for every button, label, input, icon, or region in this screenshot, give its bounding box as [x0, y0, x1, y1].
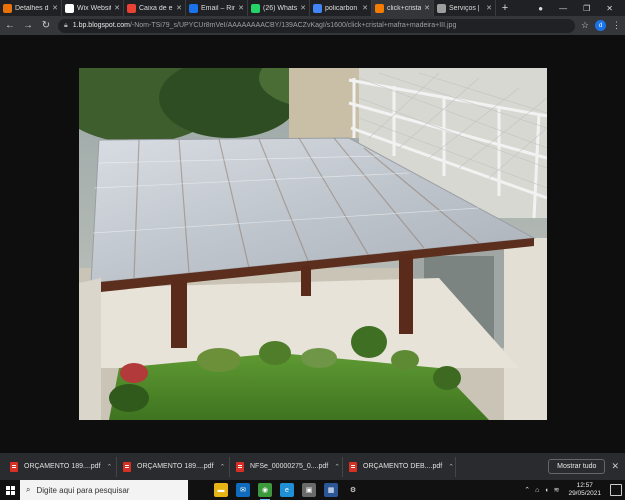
browser-tab[interactable]: (26) Whats ✕ [248, 0, 310, 16]
photos-icon[interactable]: ▣ [302, 483, 316, 497]
back-icon[interactable]: ← [4, 20, 16, 31]
clock-time: 12:57 [576, 482, 593, 489]
whatsapp-icon [251, 3, 260, 13]
browser-tab[interactable]: Detalhes d ✕ [0, 0, 62, 16]
tab-close-icon[interactable]: ✕ [300, 4, 306, 12]
blogger-icon [375, 3, 384, 13]
tab-close-icon[interactable]: ✕ [114, 4, 120, 12]
outlook-icon [189, 3, 198, 13]
tab-title: (26) Whats [263, 4, 298, 12]
tab-close-icon[interactable]: ✕ [176, 4, 182, 12]
reload-icon[interactable]: ↻ [40, 20, 52, 31]
browser-tab[interactable]: Serviços | ✕ [434, 0, 496, 16]
downloads-list: ORÇAMENTO 189....pdf ⌃ ORÇAMENTO 189....pd… [4, 456, 456, 477]
bookmark-star-icon[interactable]: ☆ [581, 20, 589, 31]
image-viewer [0, 35, 625, 453]
pergola-photo [79, 68, 547, 420]
windows-taskbar: ⌕ Digite aqui para pesquisar ▬ ✉ ◉ e ▣ ▦… [0, 480, 625, 500]
tab-close-icon[interactable]: ✕ [52, 4, 58, 12]
gmail-icon [127, 3, 136, 13]
taskbar-search-placeholder: Digite aqui para pesquisar [36, 485, 130, 495]
tab-title: Serviços | [449, 4, 480, 12]
url-host: 1.bp.blogspot.com [72, 22, 130, 29]
chrome-icon[interactable]: ◉ [258, 483, 272, 500]
forward-icon[interactable]: → [22, 20, 34, 31]
browser-menu-icon[interactable]: ⋮ [612, 20, 621, 31]
minimize-icon[interactable]: — [559, 4, 567, 13]
tabs-container: Detalhes d ✕ Wix Websit ✕ Caixa de e ✕ Email –… [0, 0, 496, 16]
taskbar-clock[interactable]: 12:57 29/05/2021 [568, 482, 601, 498]
tab-title: policarbon [325, 4, 358, 12]
tab-close-icon[interactable]: ✕ [486, 4, 492, 12]
tab-title: Email – Rin [201, 4, 236, 12]
google-icon [313, 3, 322, 13]
profile-avatar[interactable]: d [595, 20, 606, 31]
wifi-icon[interactable]: ≋ [554, 486, 560, 494]
tab-close-icon[interactable]: ✕ [424, 4, 430, 12]
browser-tab[interactable]: Caixa de e ✕ [124, 0, 186, 16]
download-item[interactable]: ORÇAMENTO 189....pdf ⌃ [117, 456, 230, 477]
address-bar[interactable]: 🔒︎ 1.bp.blogspot.com/-Nom-TSi79_s/UPYCUr… [58, 18, 575, 33]
tab-title: Wix Websit [77, 4, 112, 12]
volume-icon[interactable]: ◖ [544, 487, 548, 494]
wix-icon [65, 3, 74, 13]
calculator-icon[interactable]: ▦ [324, 483, 338, 497]
pdf-file-icon [123, 461, 131, 472]
download-item[interactable]: ORÇAMENTO 189....pdf ⌃ [4, 456, 117, 477]
file-explorer-icon[interactable]: ▬ [214, 483, 228, 497]
download-filename: NFSe_00000275_0....pdf [250, 463, 329, 470]
pergola-photo-illustration [79, 68, 547, 420]
pdf-file-icon [349, 461, 357, 472]
download-options-icon[interactable]: ⌃ [334, 463, 340, 471]
page-icon [437, 3, 446, 13]
taskbar-search[interactable]: ⌕ Digite aqui para pesquisar [20, 480, 188, 500]
browser-tab[interactable]: click+crista ✕ [372, 0, 434, 16]
restore-icon[interactable]: ❐ [583, 4, 590, 13]
clock-date: 29/05/2021 [568, 490, 601, 497]
download-item[interactable]: NFSe_00000275_0....pdf ⌃ [230, 456, 343, 477]
download-filename: ORÇAMENTO 189....pdf [137, 463, 214, 470]
tab-title: Detalhes d [15, 4, 49, 12]
show-all-downloads-button[interactable]: Mostrar tudo [548, 459, 606, 474]
settings-gear-icon[interactable]: ⚙ [346, 483, 360, 497]
browser-toolbar: ← → ↻ 🔒︎ 1.bp.blogspot.com/-Nom-TSi79_s/… [0, 16, 625, 35]
download-options-icon[interactable]: ⌃ [448, 463, 454, 471]
download-filename: ORÇAMENTO DEB....pdf [363, 463, 443, 470]
url-path: /-Nom-TSi79_s/UPYCUr8mVeI/AAAAAAAACBY/13… [129, 22, 457, 29]
close-window-icon[interactable]: ✕ [606, 4, 613, 13]
browser-tab[interactable]: Email – Rin ✕ [186, 0, 248, 16]
system-tray: ⌃ ⌂ ◖ ≋ 12:57 29/05/2021 [524, 482, 625, 498]
search-icon: ⌕ [26, 485, 31, 494]
notification-center-icon[interactable] [610, 484, 622, 496]
network-icon[interactable]: ⌂ [535, 487, 539, 494]
new-tab-button[interactable]: + [498, 2, 512, 14]
lock-icon[interactable]: 🔒︎ [64, 22, 68, 30]
pdf-file-icon [10, 461, 18, 472]
browser-tab[interactable]: Wix Websit ✕ [62, 0, 124, 16]
close-downloads-icon[interactable]: ✕ [611, 461, 619, 472]
tab-close-icon[interactable]: ✕ [238, 4, 244, 12]
pinned-apps: ▬ ✉ ◉ e ▣ ▦ ⚙ [214, 483, 360, 500]
tab-close-icon[interactable]: ✕ [362, 4, 368, 12]
pdf-file-icon [236, 461, 244, 472]
windows-logo-icon [5, 485, 15, 495]
tab-strip: Detalhes d ✕ Wix Websit ✕ Caixa de e ✕ Email –… [0, 0, 625, 16]
edge-icon[interactable]: e [280, 483, 294, 497]
download-filename: ORÇAMENTO 189....pdf [24, 463, 101, 470]
start-button[interactable] [0, 480, 20, 500]
pdf-doc-icon [3, 3, 12, 13]
tray-chevron-icon[interactable]: ⌃ [524, 486, 530, 494]
downloads-bar: ORÇAMENTO 189....pdf ⌃ ORÇAMENTO 189....pd… [0, 453, 625, 480]
download-options-icon[interactable]: ⌃ [107, 463, 113, 471]
mail-icon[interactable]: ✉ [236, 483, 250, 497]
download-options-icon[interactable]: ⌃ [220, 463, 226, 471]
window-controls: ● — ❐ ✕ [538, 4, 625, 13]
browser-tab[interactable]: policarbon ✕ [310, 0, 372, 16]
tab-title: Caixa de e [139, 4, 173, 12]
tab-search-icon[interactable]: ● [538, 4, 543, 13]
tab-title: click+crista [387, 4, 422, 12]
download-item[interactable]: ORÇAMENTO DEB....pdf ⌃ [343, 456, 456, 477]
